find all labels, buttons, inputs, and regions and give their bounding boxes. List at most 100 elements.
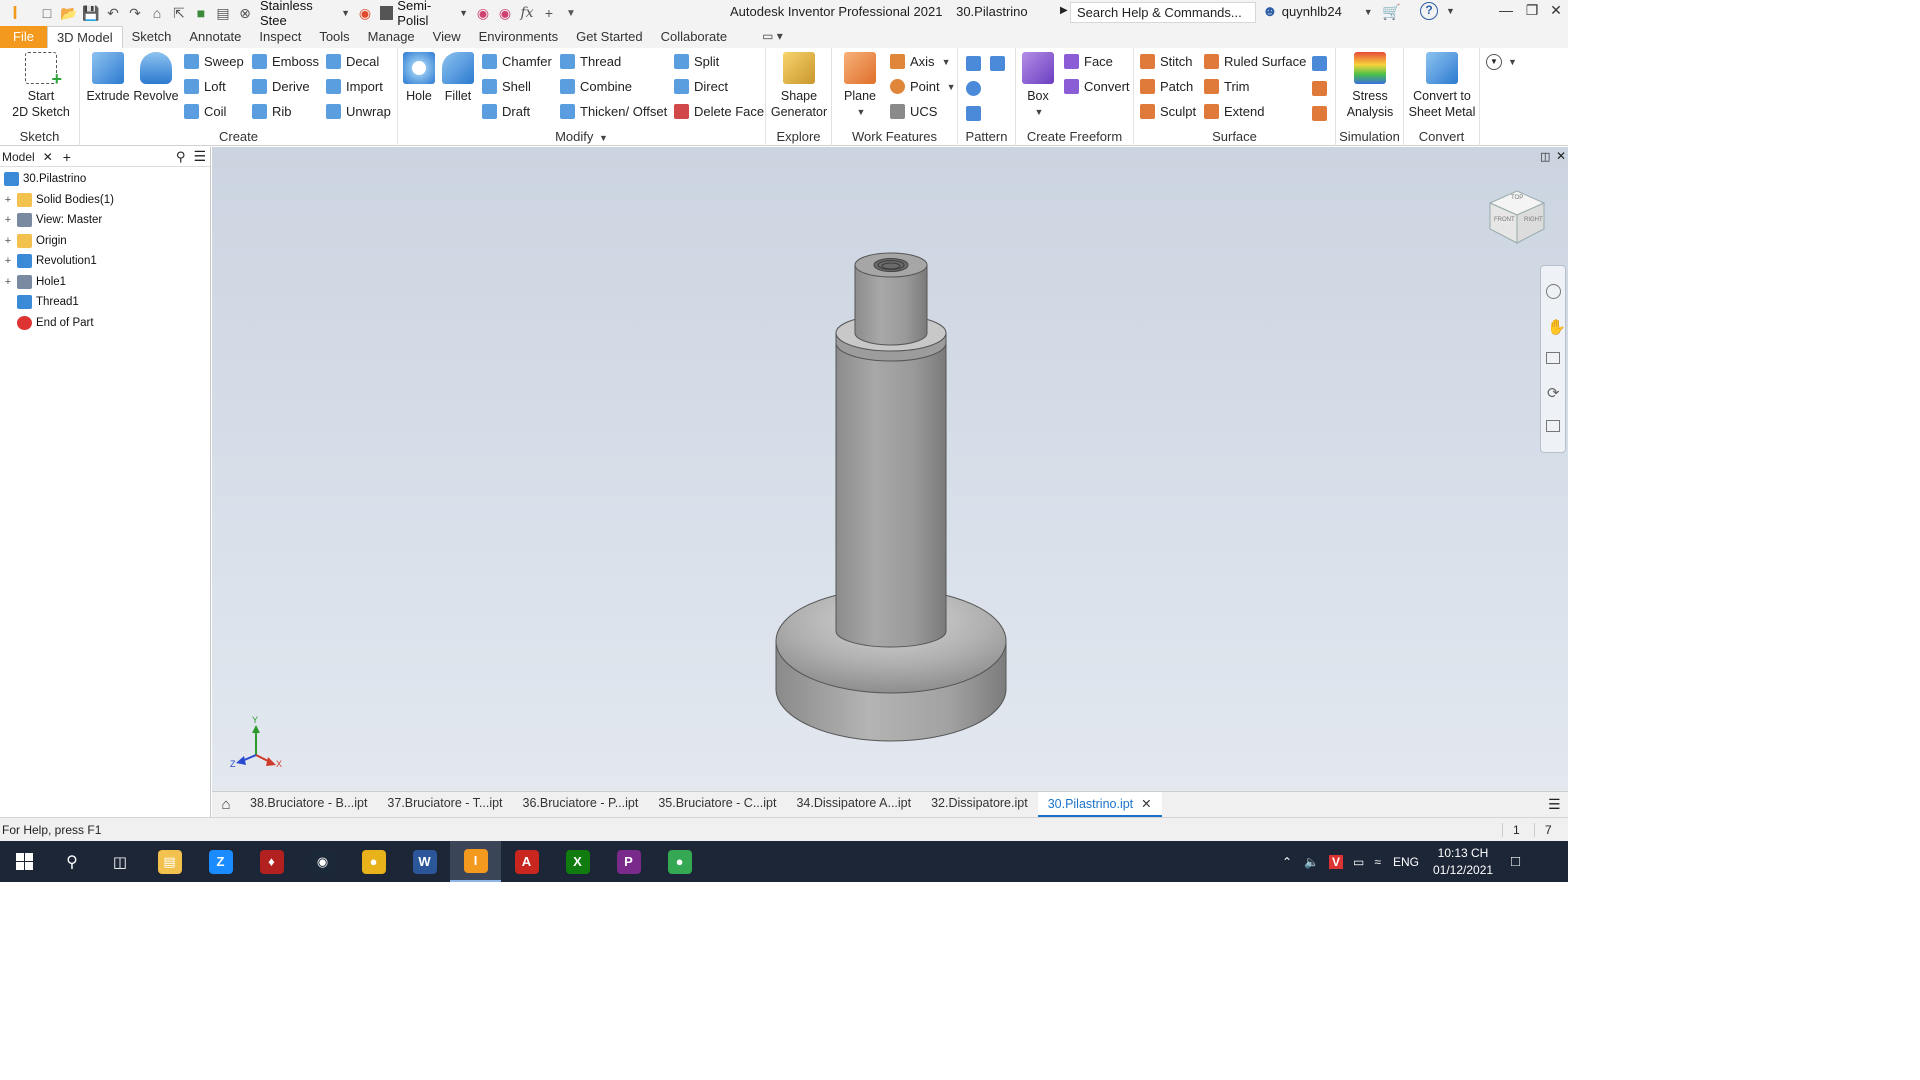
parameters-icon[interactable]: fx	[516, 3, 538, 23]
sketch-pattern-icon[interactable]	[966, 106, 981, 121]
combine-button[interactable]: Combine	[560, 79, 632, 94]
menu-icon[interactable]: ☰	[193, 148, 206, 165]
battery-icon[interactable]: ▭	[1353, 855, 1364, 869]
expand-icon[interactable]: +	[2, 276, 14, 288]
tab-annotate[interactable]: Annotate	[180, 26, 250, 48]
taskbar-app-chrome[interactable]: ●	[348, 841, 399, 882]
hole-button[interactable]: Hole	[400, 52, 438, 104]
tab-inspect[interactable]: Inspect	[250, 26, 310, 48]
document-tab[interactable]: 30.Pilastrino.ipt ✕	[1037, 792, 1162, 817]
part-model[interactable]	[212, 147, 1568, 791]
viewport-maximize-icon[interactable]: ◫	[1540, 150, 1550, 163]
taskbar-app-zalo[interactable]: Z	[195, 841, 246, 882]
taskbar-app-xbox[interactable]: X	[552, 841, 603, 882]
plane-button[interactable]: Plane ▼	[840, 52, 880, 120]
volume-icon[interactable]: 🔈	[1304, 855, 1319, 869]
extend-button[interactable]: Extend	[1204, 104, 1264, 119]
tab-get-started[interactable]: Get Started	[567, 26, 651, 48]
taskbar-app-pdf[interactable]: P	[603, 841, 654, 882]
customize-icon[interactable]: ▼	[560, 3, 582, 23]
direct-button[interactable]: Direct	[674, 79, 728, 94]
color-wheel-icon[interactable]: ◉	[354, 3, 376, 23]
viewcube[interactable]: TOP FRONT RIGHT	[1484, 183, 1550, 249]
search-expand-icon[interactable]: ▶	[1060, 5, 1068, 16]
draft-button[interactable]: Draft	[482, 104, 530, 119]
document-tab[interactable]: 36.Bruciatore - P...ipt	[513, 792, 649, 817]
unwrap-button[interactable]: Unwrap	[326, 104, 391, 119]
zoom-icon[interactable]	[1546, 352, 1560, 364]
tree-item[interactable]: Thread1	[0, 292, 210, 313]
pan-icon[interactable]: ✋	[1547, 318, 1566, 336]
search-input[interactable]: Search Help & Commands...	[1070, 2, 1256, 23]
antivirus-icon[interactable]: V	[1329, 854, 1344, 869]
adaptive-icon[interactable]: ▤	[212, 3, 234, 23]
expand-icon[interactable]: +	[2, 194, 14, 206]
inventor-logo-icon[interactable]: I	[4, 3, 26, 23]
document-tab[interactable]: 37.Bruciatore - T...ipt	[377, 792, 512, 817]
tab-sketch[interactable]: Sketch	[123, 26, 181, 48]
show-hidden-icon[interactable]: ⌃	[1282, 855, 1292, 869]
home-icon[interactable]: ⌂	[146, 3, 168, 23]
document-tab[interactable]: 38.Bruciatore - B...ipt	[240, 792, 377, 817]
restore-button[interactable]: ❐	[1520, 2, 1544, 22]
tree-item[interactable]: + Origin	[0, 231, 210, 252]
redo-icon[interactable]: ↷	[124, 3, 146, 23]
tab-3d-model[interactable]: 3D Model	[46, 26, 123, 48]
rib-button[interactable]: Rib	[252, 104, 292, 119]
adjust-appearance-icon[interactable]: ◉	[472, 3, 494, 23]
document-tab[interactable]: 35.Bruciatore - C...ipt	[648, 792, 786, 817]
coil-button[interactable]: Coil	[184, 104, 226, 119]
help-icon[interactable]: ?	[1420, 2, 1438, 20]
emboss-button[interactable]: Emboss	[252, 54, 319, 69]
document-tab[interactable]: 32.Dissipatore.ipt	[921, 792, 1038, 817]
sculpt-button[interactable]: Sculpt	[1140, 104, 1196, 119]
look-at-icon[interactable]	[1546, 420, 1560, 432]
convert-freeform-button[interactable]: Convert	[1064, 79, 1130, 94]
taskbar-app-file-explorer[interactable]: ▤	[144, 841, 195, 882]
expand-icon[interactable]: +	[2, 255, 14, 267]
ribbon-options-icon[interactable]: ▼	[1486, 54, 1502, 70]
tree-item[interactable]: + Hole1	[0, 272, 210, 293]
wifi-icon[interactable]: ≈	[1374, 855, 1381, 869]
tab-environments[interactable]: Environments	[470, 26, 567, 48]
rectangular-pattern-icon[interactable]	[966, 56, 981, 71]
stress-analysis-button[interactable]: Stress Analysis	[1338, 52, 1402, 120]
close-icon[interactable]: ✕	[1141, 797, 1151, 811]
material-icon[interactable]: ⊗	[234, 3, 256, 23]
box-button[interactable]: Box ▼	[1020, 52, 1056, 120]
minimize-button[interactable]: —	[1494, 2, 1518, 22]
tab-collaborate[interactable]: Collaborate	[652, 26, 737, 48]
tree-root[interactable]: 30.Pilastrino	[0, 169, 210, 190]
chevron-down-icon[interactable]: ▼	[1446, 6, 1455, 16]
fillet-button[interactable]: Fillet	[440, 52, 476, 104]
shell-button[interactable]: Shell	[482, 79, 531, 94]
taskbar-app-game[interactable]: ♦	[246, 841, 297, 882]
notifications-icon[interactable]: □	[1511, 853, 1520, 870]
patch-button[interactable]: Patch	[1140, 79, 1193, 94]
point-button[interactable]: Point ▼	[890, 79, 956, 94]
tab-view[interactable]: View	[424, 26, 470, 48]
language-indicator[interactable]: ENG	[1393, 855, 1419, 869]
clock[interactable]: 10:13 CH 01/12/2021	[1433, 845, 1493, 879]
taskbar-app-chrome-beta[interactable]: ●	[654, 841, 705, 882]
decal-button[interactable]: Decal	[326, 54, 379, 69]
trim-button[interactable]: Trim	[1204, 79, 1250, 94]
material-dropdown[interactable]: Stainless Stee ▼	[256, 0, 354, 28]
shape-generator-button[interactable]: Shape Generator	[768, 52, 830, 120]
tab-manage[interactable]: Manage	[359, 26, 424, 48]
appearance-dropdown[interactable]: Semi-Polisl ▼	[376, 0, 472, 28]
start-button[interactable]	[0, 841, 48, 882]
tab-tools[interactable]: Tools	[310, 26, 358, 48]
panel-title-modify[interactable]: Modify ▼	[398, 129, 765, 144]
chamfer-button[interactable]: Chamfer	[482, 54, 552, 69]
search-button[interactable]: ⚲	[48, 841, 96, 882]
delete-face-button[interactable]: Delete Face	[674, 104, 764, 119]
tree-item[interactable]: + Solid Bodies(1)	[0, 190, 210, 211]
surface-tool-icon-1[interactable]	[1312, 56, 1327, 71]
tree-item[interactable]: End of Part	[0, 313, 210, 334]
extrude-button[interactable]: Extrude	[86, 52, 130, 104]
start-2d-sketch-button[interactable]: + Start 2D Sketch	[8, 52, 74, 120]
sweep-button[interactable]: Sweep	[184, 54, 244, 69]
add-browser-icon[interactable]: +	[63, 149, 71, 165]
chevron-down-icon[interactable]: ▼	[1508, 57, 1517, 67]
